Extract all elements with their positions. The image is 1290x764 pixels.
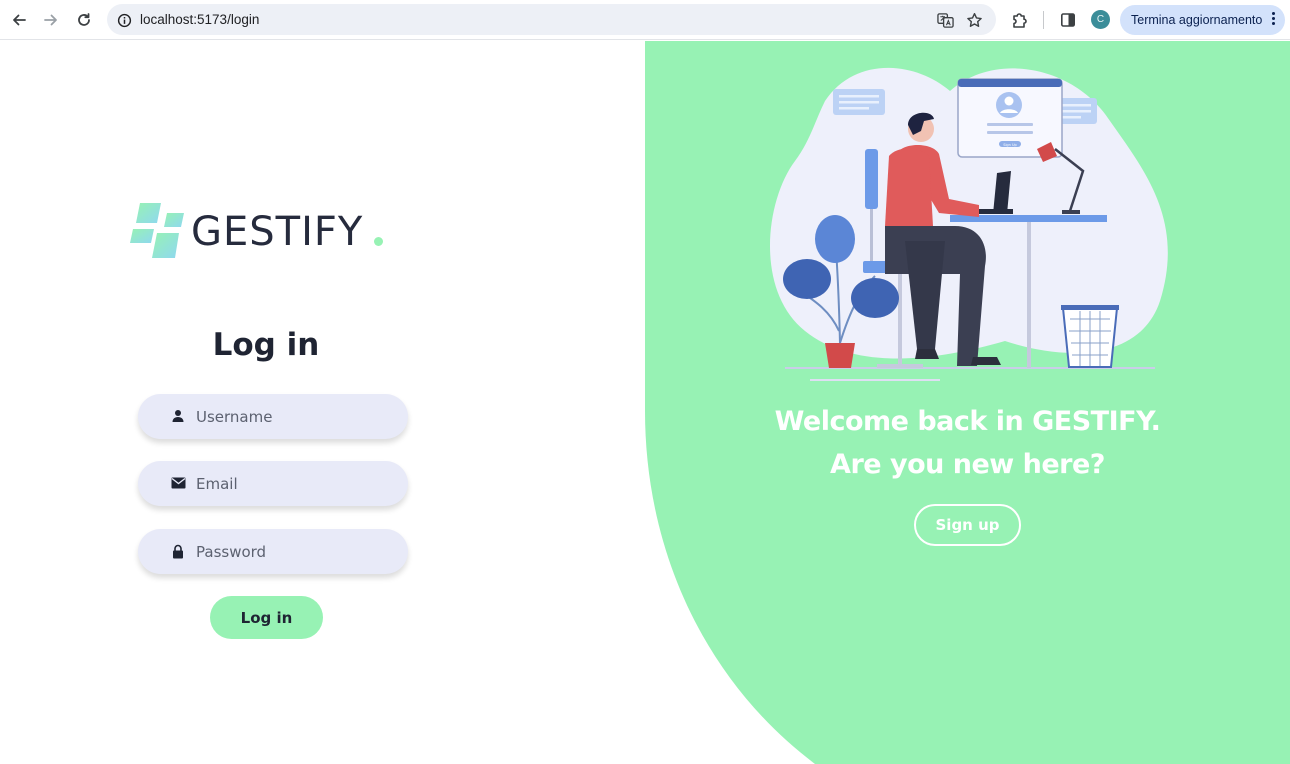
user-icon [169, 407, 187, 425]
forward-icon[interactable] [39, 8, 63, 32]
reload-icon[interactable] [72, 8, 96, 32]
username-field[interactable] [138, 394, 408, 439]
profile-avatar[interactable]: C [1091, 10, 1110, 29]
update-browser-label: Termina aggiornamento [1131, 13, 1263, 27]
update-browser-button[interactable]: Termina aggiornamento [1120, 5, 1285, 35]
person-at-desk-illustration-icon: Sign Up [770, 67, 1168, 381]
side-panel-icon[interactable] [1057, 9, 1079, 31]
welcome-heading: Welcome back in GESTIFY. [774, 406, 1161, 437]
new-user-question: Are you new here? [830, 449, 1105, 480]
toolbar-separator [1043, 11, 1044, 29]
email-field[interactable] [138, 461, 408, 506]
back-icon[interactable] [7, 8, 31, 32]
login-title: Log in [212, 327, 320, 363]
browser-toolbar: localhost:5173/login C Termina aggiornam… [0, 0, 1290, 40]
translate-icon[interactable] [936, 11, 954, 29]
brand-dot [374, 237, 383, 246]
login-button[interactable]: Log in [210, 596, 323, 639]
brand-name: GESTIFY [191, 209, 364, 255]
lock-icon [169, 542, 187, 560]
email-input[interactable] [196, 461, 396, 506]
welcome-panel: Sign Up Welcome back in GESTIFY. Are you… [645, 41, 1290, 764]
password-input[interactable] [196, 529, 396, 574]
page: GESTIFY Log in Log in [0, 41, 1290, 764]
menu-dots-icon[interactable] [1272, 12, 1275, 25]
site-info-icon[interactable] [115, 11, 133, 29]
username-input[interactable] [196, 394, 396, 439]
password-field[interactable] [138, 529, 408, 574]
bookmark-star-icon[interactable] [965, 11, 983, 29]
extensions-icon[interactable] [1009, 9, 1031, 31]
signup-button[interactable]: Sign up [914, 504, 1021, 546]
url-text[interactable]: localhost:5173/login [140, 12, 259, 27]
screen-signup-text: Sign Up [1003, 143, 1017, 147]
address-bar[interactable]: localhost:5173/login [107, 4, 996, 35]
envelope-icon [169, 474, 187, 492]
